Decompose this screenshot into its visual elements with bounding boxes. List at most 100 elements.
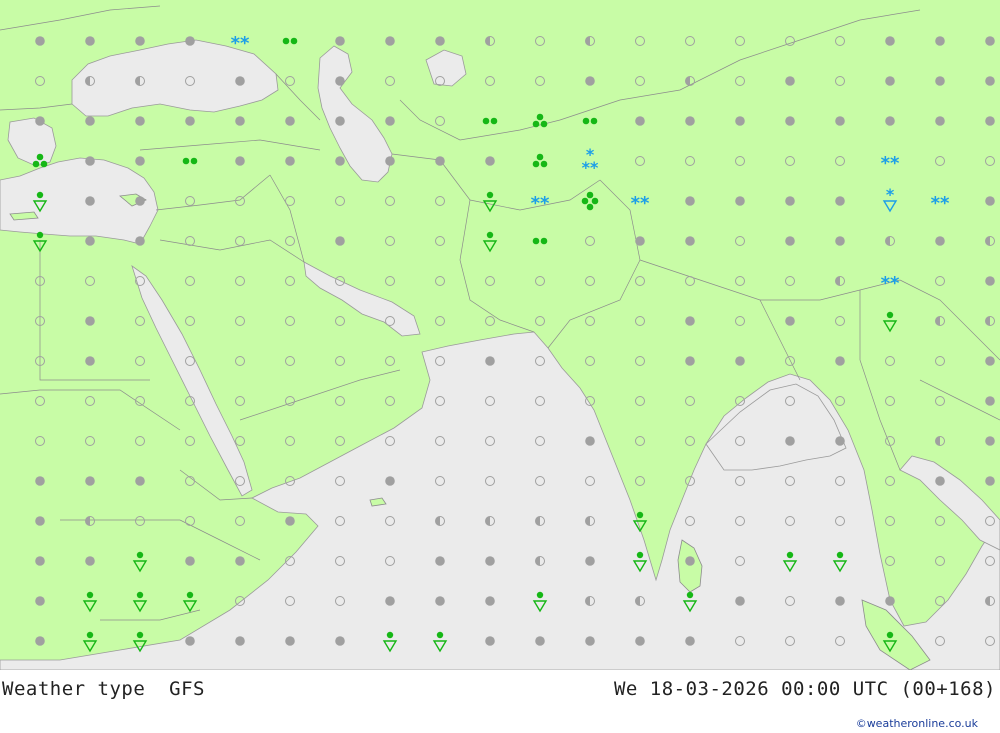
weather-symbol-snow: ** — [881, 273, 900, 294]
overcast-symbol — [635, 116, 645, 126]
overcast-symbol — [235, 156, 245, 166]
overcast-symbol — [985, 436, 995, 446]
overcast-symbol — [685, 196, 695, 206]
weather-symbol-snow: ** — [631, 193, 650, 214]
overcast-symbol — [985, 76, 995, 86]
overcast-symbol — [985, 196, 995, 206]
footer-bar: Weather type GFS We 18-03-2026 00:00 UTC… — [0, 670, 1000, 733]
overcast-symbol — [735, 196, 745, 206]
weather-symbol-snow: ** — [881, 153, 900, 174]
overcast-symbol — [185, 116, 195, 126]
overcast-symbol — [935, 476, 945, 486]
overcast-symbol — [885, 596, 895, 606]
overcast-symbol — [85, 36, 95, 46]
overcast-symbol — [85, 236, 95, 246]
overcast-symbol — [985, 116, 995, 126]
overcast-symbol — [285, 116, 295, 126]
overcast-symbol — [685, 356, 695, 366]
overcast-symbol — [685, 316, 695, 326]
overcast-symbol — [335, 236, 345, 246]
overcast-symbol — [785, 196, 795, 206]
overcast-symbol — [685, 636, 695, 646]
overcast-symbol — [785, 116, 795, 126]
overcast-symbol — [85, 196, 95, 206]
overcast-symbol — [335, 636, 345, 646]
svg-text:**: ** — [881, 273, 900, 294]
overcast-symbol — [735, 356, 745, 366]
overcast-symbol — [985, 396, 995, 406]
overcast-symbol — [335, 156, 345, 166]
overcast-symbol — [35, 636, 45, 646]
overcast-symbol — [985, 36, 995, 46]
credit-link[interactable]: ©weatheronline.co.uk — [856, 717, 978, 730]
overcast-symbol — [785, 316, 795, 326]
overcast-symbol — [585, 556, 595, 566]
overcast-symbol — [35, 116, 45, 126]
overcast-symbol — [285, 516, 295, 526]
overcast-symbol — [485, 556, 495, 566]
overcast-symbol — [735, 596, 745, 606]
overcast-symbol — [35, 516, 45, 526]
overcast-symbol — [35, 556, 45, 566]
overcast-symbol — [935, 236, 945, 246]
overcast-symbol — [35, 476, 45, 486]
overcast-symbol — [335, 36, 345, 46]
weather-symbol-snow: ** — [231, 33, 250, 54]
overcast-symbol — [685, 556, 695, 566]
overcast-symbol — [235, 556, 245, 566]
overcast-symbol — [135, 156, 145, 166]
overcast-symbol — [85, 316, 95, 326]
svg-text:**: ** — [231, 33, 250, 54]
overcast-symbol — [585, 636, 595, 646]
overcast-symbol — [585, 436, 595, 446]
overcast-symbol — [935, 116, 945, 126]
overcast-symbol — [335, 116, 345, 126]
svg-text:**: ** — [931, 193, 950, 214]
overcast-symbol — [185, 556, 195, 566]
svg-text:**: ** — [531, 193, 550, 214]
weather-symbol-snow: ** — [531, 193, 550, 214]
overcast-symbol — [985, 356, 995, 366]
overcast-symbol — [485, 156, 495, 166]
overcast-symbol — [385, 476, 395, 486]
overcast-symbol — [835, 236, 845, 246]
overcast-symbol — [185, 636, 195, 646]
overcast-symbol — [685, 116, 695, 126]
overcast-symbol — [835, 596, 845, 606]
overcast-symbol — [635, 636, 645, 646]
overcast-symbol — [235, 116, 245, 126]
map-title-model: Weather type GFS — [2, 678, 205, 700]
overcast-symbol — [85, 356, 95, 366]
overcast-symbol — [85, 116, 95, 126]
overcast-symbol — [885, 36, 895, 46]
overcast-symbol — [785, 236, 795, 246]
overcast-symbol — [985, 476, 995, 486]
weather-symbol-snow: ** — [931, 193, 950, 214]
overcast-symbol — [435, 156, 445, 166]
overcast-symbol — [185, 36, 195, 46]
overcast-symbol — [885, 76, 895, 86]
overcast-symbol — [835, 356, 845, 366]
overcast-symbol — [135, 36, 145, 46]
overcast-symbol — [85, 556, 95, 566]
overcast-symbol — [885, 116, 895, 126]
overcast-symbol — [835, 116, 845, 126]
overcast-symbol — [385, 116, 395, 126]
overcast-symbol — [835, 196, 845, 206]
overcast-symbol — [135, 476, 145, 486]
overcast-symbol — [735, 116, 745, 126]
overcast-symbol — [435, 36, 445, 46]
overcast-symbol — [635, 236, 645, 246]
overcast-symbol — [35, 596, 45, 606]
overcast-symbol — [685, 236, 695, 246]
overcast-symbol — [335, 76, 345, 86]
valid-time: We 18-03-2026 00:00 UTC (00+168) — [613, 678, 996, 700]
overcast-symbol — [135, 116, 145, 126]
overcast-symbol — [935, 76, 945, 86]
overcast-symbol — [585, 76, 595, 86]
map-title: Weather type — [2, 678, 146, 700]
overcast-symbol — [235, 76, 245, 86]
overcast-symbol — [785, 436, 795, 446]
svg-text:**: ** — [582, 158, 599, 177]
overcast-symbol — [435, 556, 445, 566]
